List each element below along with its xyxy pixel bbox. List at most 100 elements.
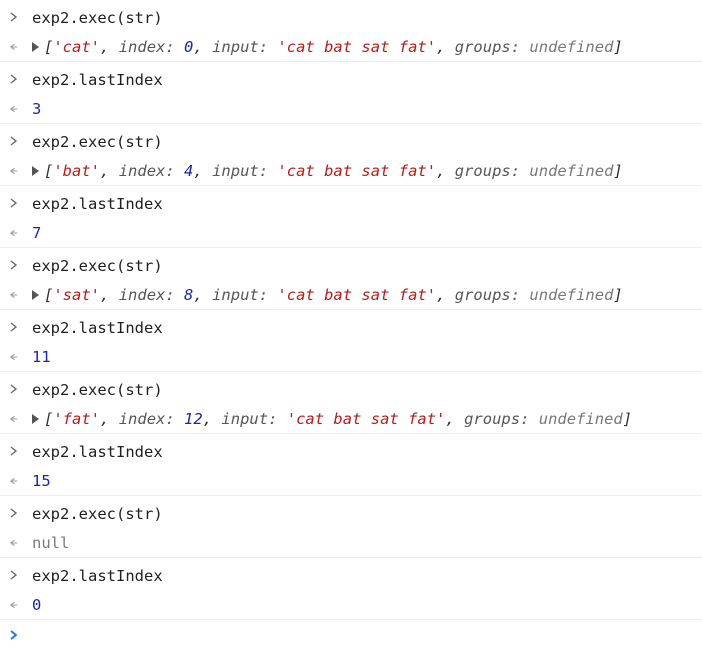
console-input-text: exp2.lastIndex <box>32 318 163 337</box>
return-arrow-icon <box>9 157 18 185</box>
console-input-line[interactable]: exp2.lastIndex <box>0 310 702 343</box>
index-key: index: <box>118 38 175 56</box>
return-arrow-icon <box>9 281 18 309</box>
index-key: index: <box>118 286 175 304</box>
console-input-line[interactable]: exp2.exec(str) <box>0 496 702 529</box>
console-input-text: exp2.lastIndex <box>32 194 163 213</box>
chevron-right-icon <box>9 248 18 281</box>
console-entry: exp2.lastIndex 15 <box>0 434 702 496</box>
groups-key: groups: <box>454 286 521 304</box>
triangle-right-icon[interactable] <box>32 290 39 300</box>
chevron-right-icon <box>9 434 18 467</box>
console-input-text: exp2.exec(str) <box>32 380 163 399</box>
chevron-right-icon <box>9 62 18 95</box>
index-value: 8 <box>184 286 194 304</box>
index-value: 12 <box>184 410 203 428</box>
chevron-right-icon <box>9 558 18 591</box>
console-entry: exp2.lastIndex 7 <box>0 186 702 248</box>
return-arrow-icon <box>9 467 18 495</box>
console-input-line[interactable]: exp2.lastIndex <box>0 62 702 95</box>
input-key: input: <box>221 410 278 428</box>
console-input-line[interactable]: exp2.exec(str) <box>0 0 702 33</box>
console-output-line: 7 <box>0 219 702 247</box>
input-string: 'cat bat sat fat' <box>277 286 437 304</box>
index-value: 4 <box>184 162 194 180</box>
expandable-array[interactable]: ['cat', index: 0, input: 'cat bat sat fa… <box>30 38 623 56</box>
console-input-line[interactable]: exp2.lastIndex <box>0 186 702 219</box>
console-input-line[interactable]: exp2.exec(str) <box>0 248 702 281</box>
triangle-right-icon[interactable] <box>32 42 39 52</box>
input-key: input: <box>212 162 269 180</box>
groups-value: undefined <box>529 38 614 56</box>
console-output-line: ['fat', index: 12, input: 'cat bat sat f… <box>0 405 702 433</box>
console-input-text: exp2.lastIndex <box>32 70 163 89</box>
console-output-line: ['bat', index: 4, input: 'cat bat sat fa… <box>0 157 702 185</box>
console-entry: exp2.exec(str) ['cat', index: 0, input: … <box>0 0 702 62</box>
return-arrow-icon <box>9 405 18 433</box>
console-input-text: exp2.exec(str) <box>32 256 163 275</box>
match-string: 'sat' <box>53 286 101 304</box>
console-input-text: exp2.exec(str) <box>32 504 163 523</box>
chevron-right-icon <box>9 496 18 529</box>
expandable-array[interactable]: ['fat', index: 12, input: 'cat bat sat f… <box>30 410 632 428</box>
console-output-line: ['sat', index: 8, input: 'cat bat sat fa… <box>0 281 702 309</box>
console-entry: exp2.lastIndex 0 <box>0 558 702 620</box>
number-result: 3 <box>32 100 42 118</box>
input-key: input: <box>212 38 269 56</box>
chevron-right-icon <box>9 0 18 33</box>
number-result: 7 <box>32 224 42 242</box>
return-arrow-icon <box>9 33 18 61</box>
console-panel: exp2.exec(str) ['cat', index: 0, input: … <box>0 0 702 650</box>
number-result: 15 <box>32 472 51 490</box>
groups-value: undefined <box>529 286 614 304</box>
null-result: null <box>32 534 70 552</box>
console-output-line: 3 <box>0 95 702 123</box>
return-arrow-icon <box>9 219 18 247</box>
console-input-line[interactable]: exp2.lastIndex <box>0 434 702 467</box>
index-key: index: <box>118 410 175 428</box>
console-input-text: exp2.lastIndex <box>32 566 163 585</box>
chevron-right-icon <box>9 372 18 405</box>
console-input-text: exp2.lastIndex <box>32 442 163 461</box>
index-value: 0 <box>184 38 194 56</box>
return-arrow-icon <box>9 95 18 123</box>
triangle-right-icon[interactable] <box>32 166 39 176</box>
console-entry: exp2.lastIndex 3 <box>0 62 702 124</box>
console-input-line[interactable]: exp2.exec(str) <box>0 372 702 405</box>
number-result: 0 <box>32 596 42 614</box>
return-arrow-icon <box>9 343 18 371</box>
console-entry: exp2.exec(str) ['bat', index: 4, input: … <box>0 124 702 186</box>
console-input-line[interactable]: exp2.lastIndex <box>0 558 702 591</box>
console-entry: exp2.exec(str) ['sat', index: 8, input: … <box>0 248 702 310</box>
input-string: 'cat bat sat fat' <box>277 162 437 180</box>
chevron-right-icon <box>9 186 18 219</box>
number-result: 11 <box>32 348 51 366</box>
match-string: 'bat' <box>53 162 101 180</box>
console-input-text: exp2.exec(str) <box>32 132 163 151</box>
console-output-line: 0 <box>0 591 702 619</box>
groups-value: undefined <box>529 162 614 180</box>
console-input-line[interactable]: exp2.exec(str) <box>0 124 702 157</box>
console-entry: exp2.lastIndex 11 <box>0 310 702 372</box>
expandable-array[interactable]: ['sat', index: 8, input: 'cat bat sat fa… <box>30 286 623 304</box>
console-output-line: 15 <box>0 467 702 495</box>
console-output-line: null <box>0 529 702 557</box>
match-string: 'fat' <box>53 410 101 428</box>
return-arrow-icon <box>9 591 18 619</box>
expandable-array[interactable]: ['bat', index: 4, input: 'cat bat sat fa… <box>30 162 623 180</box>
prompt-chevron-icon <box>9 620 18 650</box>
console-input-text: exp2.exec(str) <box>32 8 163 27</box>
chevron-right-icon <box>9 310 18 343</box>
triangle-right-icon[interactable] <box>32 414 39 424</box>
console-entry: exp2.exec(str) ['fat', index: 12, input:… <box>0 372 702 434</box>
console-prompt[interactable] <box>0 620 702 650</box>
console-output-line: ['cat', index: 0, input: 'cat bat sat fa… <box>0 33 702 61</box>
index-key: index: <box>118 162 175 180</box>
console-entry: exp2.exec(str) null <box>0 496 702 558</box>
chevron-right-icon <box>9 124 18 157</box>
groups-key: groups: <box>454 162 521 180</box>
input-key: input: <box>212 286 269 304</box>
input-string: 'cat bat sat fat' <box>277 38 437 56</box>
input-string: 'cat bat sat fat' <box>286 410 446 428</box>
console-output-line: 11 <box>0 343 702 371</box>
